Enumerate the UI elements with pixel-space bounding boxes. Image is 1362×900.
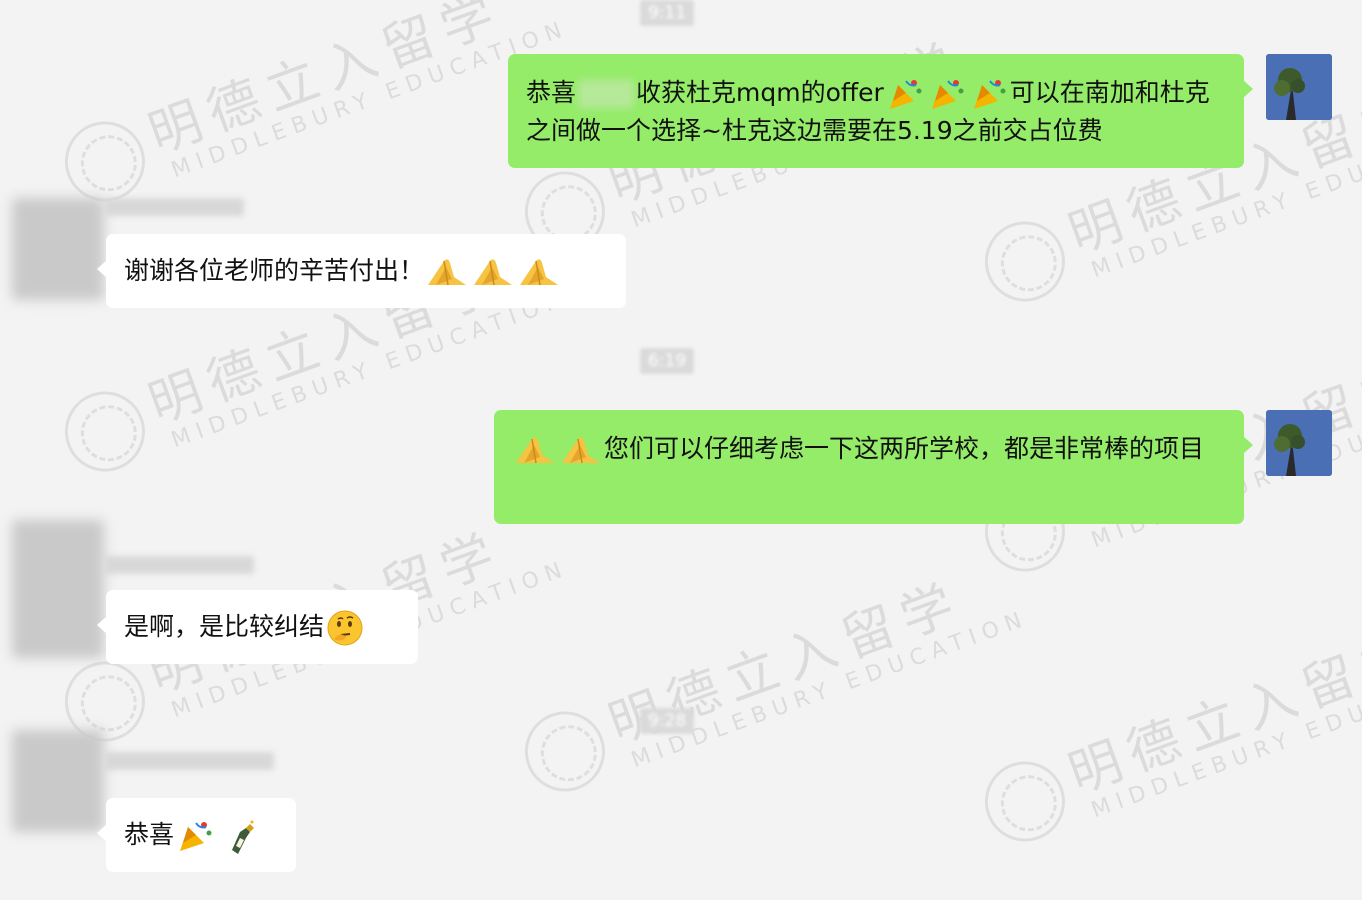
praying-hands-icon [472,255,514,289]
redacted-name [578,80,635,108]
message-text: 谢谢各位老师的辛苦付出！ [124,256,425,285]
timestamp: 6:19 [640,348,695,374]
avatar[interactable] [1266,410,1332,476]
chat-window: 明德立入留学 MIDDLEBURY EDUCATION 明德立入留学 MIDDL… [0,0,1362,894]
message-text: 收获杜克mqm的offer [636,78,884,107]
watermark-seal-icon [973,210,1077,313]
thinking-face-icon [326,609,364,647]
message-bubble[interactable]: 恭喜 收获杜克mqm的offer 可以在南加和杜克之间做一个选择~杜克这边需要在5.… [508,54,1253,168]
timestamp: 9:11 [640,0,695,26]
sender-name [104,752,274,770]
praying-hands-icon [514,433,556,467]
party-popper-icon [928,77,966,111]
party-popper-icon [970,77,1008,111]
watermark: 明德立入留学 MIDDLEBURY EDUCATION [500,540,1032,850]
watermark: 明德立入留学 MIDDLEBURY EDUCATION [40,0,572,260]
watermark-en: MIDDLEBURY EDUCATION [628,605,1032,774]
message-text: 您们可以仔细考虑一下这两所学校，都是非常棒的项目 [604,434,1205,463]
message-bubble[interactable]: 谢谢各位老师的辛苦付出！ [97,234,626,308]
avatar[interactable] [12,198,104,300]
praying-hands-icon [560,433,602,467]
timestamp: 9:28 [640,708,695,734]
message-bubble[interactable]: 是啊，是比较纠结 [97,590,418,664]
message-bubble[interactable]: 您们可以仔细考虑一下这两所学校，都是非常棒的项目 [494,410,1253,524]
message-text: 是啊，是比较纠结 [124,612,325,641]
sender-name [104,198,244,216]
watermark-cn: 明德立入留学 [141,0,512,166]
party-popper-icon [886,77,924,111]
avatar[interactable] [12,520,104,658]
sender-name [104,556,254,574]
watermark: 明德立入留学 MIDDLEBURY EDUCATION [960,590,1362,900]
watermark-seal-icon [973,750,1077,853]
praying-hands-icon [518,255,560,289]
watermark-seal-icon [53,380,157,483]
watermark-cn: 明德立入留学 [1061,621,1362,806]
praying-hands-icon [426,255,468,289]
avatar[interactable] [12,730,104,832]
message-text: 恭喜 [124,820,175,849]
party-popper-icon [176,819,214,853]
watermark-en: MIDDLEBURY EDUCATION [1088,655,1362,824]
avatar[interactable] [1266,54,1332,120]
message-bubble[interactable]: 恭喜 [97,798,296,872]
watermark-seal-icon [513,700,617,803]
champagne-bottle-icon [226,818,256,854]
message-text: 恭喜 [526,78,577,107]
